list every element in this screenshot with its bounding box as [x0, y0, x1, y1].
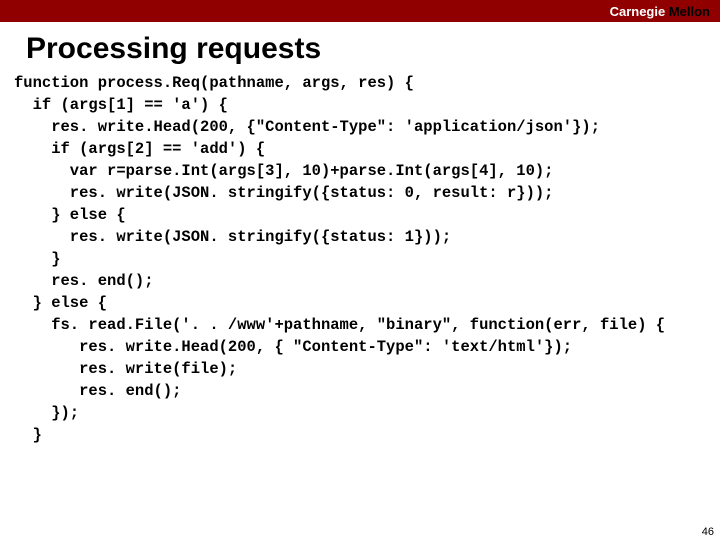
header-text-white: Carnegie [610, 4, 669, 19]
header-text: Carnegie Mellon [610, 4, 710, 19]
header-bar: Carnegie Mellon [0, 0, 720, 22]
code-block: function process.Req(pathname, args, res… [0, 72, 720, 446]
header-text-black: Mellon [669, 4, 710, 19]
slide-title: Processing requests [0, 22, 720, 72]
slide-number: 46 [702, 526, 714, 538]
